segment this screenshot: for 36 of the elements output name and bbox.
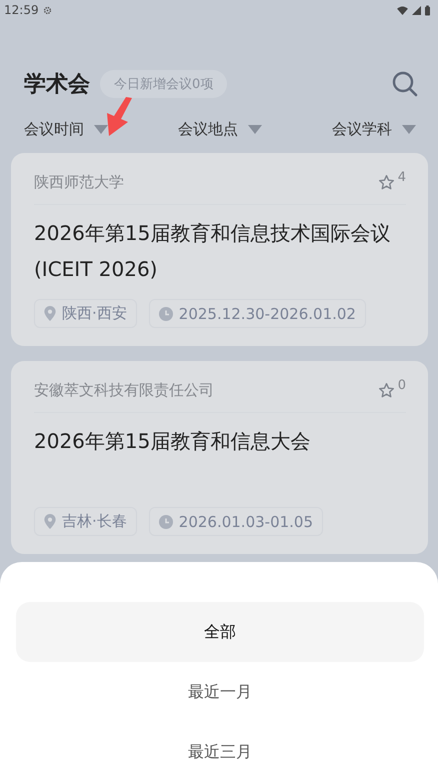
date-text: 2026.01.03-01.05 [178,512,314,530]
star-icon[interactable] [378,174,395,191]
time-option[interactable]: 最近一月 [16,662,424,723]
settings-icon [42,6,52,14]
status-time: 12:59 [4,3,39,17]
star-icon[interactable] [378,382,395,399]
location-text: 陕西·西安 [62,304,127,323]
conference-title: 2026年第15届教育和信息技术国际会议(ICEIT 2026) [34,220,392,283]
caret-icon [248,124,262,134]
clock-icon [158,514,173,528]
filter-dropdown[interactable]: 会议学科 [332,120,416,139]
time-option[interactable]: 最近三月 [16,722,424,783]
search-icon[interactable] [392,71,418,97]
wifi-icon [397,6,408,14]
favorite-count: 0 [398,378,406,393]
favorite-count: 4 [398,170,406,185]
location-pin-icon [44,514,56,529]
caret-icon [402,124,416,134]
battery-icon [425,4,430,16]
organizer-name: 安徽萃文科技有限责任公司 [34,381,214,400]
signal-icon [412,6,421,14]
conference-title: 2026年第15届教育和信息大会 [34,428,312,455]
organizer-name: 陕西师范大学 [34,173,124,192]
filter-dropdown[interactable]: 会议地点 [178,120,262,139]
clock-icon [158,306,173,320]
caret-icon [94,124,108,134]
location-pin-icon [44,306,56,321]
conference-card[interactable]: 陕西师范大学 4 2026年第15届教育和信息技术国际会议(ICEIT 2026) 陕西·西安 2025.12.30-2026.01.02 [11,153,428,346]
time-option[interactable]: 全部 [16,602,424,662]
annotation-arrow [104,97,134,137]
date-text: 2025.12.30-2026.01.02 [178,304,356,322]
app-title: 学术会 [24,71,90,99]
location-text: 吉林·长春 [62,512,127,531]
filter-dropdown[interactable]: 会议时间 [24,120,108,139]
new-count-badge: 今日新增会议0项 [100,70,228,98]
conference-card[interactable]: 安徽萃文科技有限责任公司 0 2026年第15届教育和信息大会 吉林·长春 2026.01.03-01.05 [11,361,428,554]
